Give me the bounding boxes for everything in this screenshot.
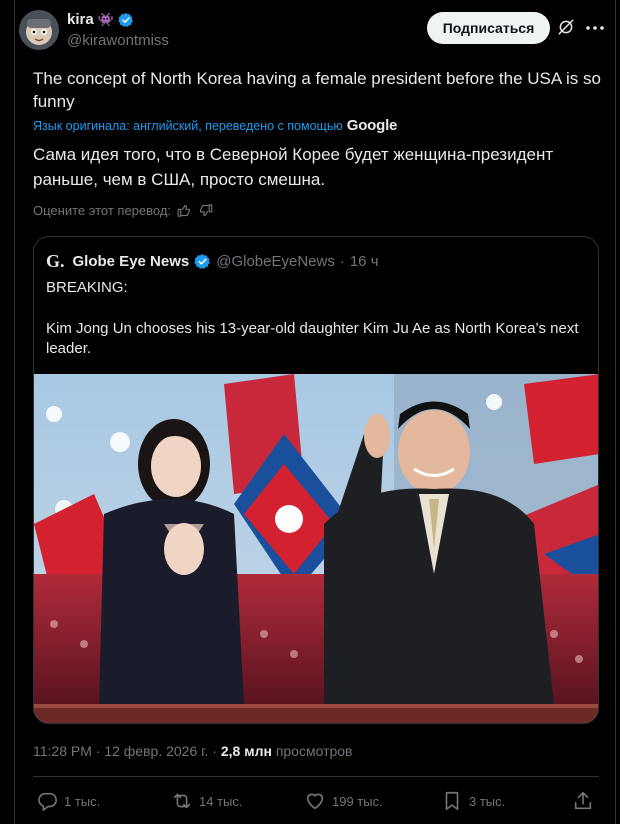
views-count: 2,8 млн <box>220 743 272 759</box>
tweet-translation: Сама идея того, что в Северной Корее буд… <box>33 145 554 189</box>
like-button[interactable]: 199 тыс. <box>304 790 383 812</box>
quoted-tweet[interactable]: G. Globe Eye News @GlobeEyeNews · 16 ч B… <box>33 236 599 724</box>
repost-icon <box>173 793 191 809</box>
avatar-image <box>19 10 59 50</box>
action-bar: 1 тыс. 14 тыс. 199 тыс. 3 тыс. <box>36 790 596 818</box>
tweet-timestamp[interactable]: 11:28 PM · 12 февр. 2026 г. · <box>33 743 217 759</box>
heart-icon <box>306 793 324 810</box>
separator-dot: · <box>339 253 345 270</box>
tweet-header: kira 👾 @kirawontmiss Подписаться <box>19 10 604 50</box>
tweet-meta: 11:28 PM · 12 февр. 2026 г. · 2,8 млн пр… <box>33 743 353 759</box>
author-name-row: kira 👾 <box>67 11 134 28</box>
author-emoji: 👾 <box>97 11 114 27</box>
reply-icon <box>38 792 57 811</box>
grok-icon[interactable] <box>557 18 575 36</box>
quoted-text-line2: Kim Jong Un chooses his 13-year-old daug… <box>46 320 579 357</box>
like-count: 199 тыс. <box>332 793 383 809</box>
verified-badge-icon <box>118 12 133 27</box>
tweet-text: The concept of North Korea having a fema… <box>33 69 601 111</box>
quoted-author-handle[interactable]: @GlobeEyeNews <box>216 253 335 270</box>
reply-button[interactable]: 1 тыс. <box>36 790 100 812</box>
google-logo: Google <box>346 117 398 134</box>
avatar[interactable] <box>19 10 59 50</box>
repost-button[interactable]: 14 тыс. <box>171 790 242 812</box>
quoted-author-name[interactable]: Globe Eye News <box>73 253 190 270</box>
photo-image <box>34 374 598 723</box>
bookmark-icon <box>445 791 459 811</box>
author-name[interactable]: kira <box>67 11 94 28</box>
more-options-icon[interactable] <box>585 25 605 31</box>
bookmark-count: 3 тыс. <box>469 793 506 809</box>
share-icon <box>574 791 592 810</box>
quoted-text-line1: BREAKING: <box>46 279 128 296</box>
views-label: просмотров <box>275 743 353 759</box>
verified-badge-icon <box>194 254 211 269</box>
thumbs-up-icon[interactable] <box>177 203 192 218</box>
quoted-tweet-header: G. Globe Eye News @GlobeEyeNews · 16 ч <box>46 251 379 272</box>
thumbs-down-icon[interactable] <box>198 203 213 218</box>
rate-translation: Оцените этот перевод: <box>33 203 213 218</box>
share-button[interactable] <box>572 790 594 812</box>
rate-translation-label: Оцените этот перевод: <box>33 203 172 218</box>
translation-source-label[interactable]: Язык оригинала: английский, переведено с… <box>33 119 343 133</box>
quoted-timestamp[interactable]: 16 ч <box>350 253 379 270</box>
translation-source: Язык оригинала: английский, переведено с… <box>33 117 397 134</box>
follow-button[interactable]: Подписаться <box>427 12 550 44</box>
author-handle[interactable]: @kirawontmiss <box>67 32 169 49</box>
quoted-photo[interactable] <box>34 374 598 723</box>
bookmark-button[interactable]: 3 тыс. <box>441 790 505 812</box>
repost-count: 14 тыс. <box>199 793 243 809</box>
quoted-avatar-logo: G. <box>46 251 65 271</box>
divider <box>33 776 599 777</box>
reply-count: 1 тыс. <box>64 793 101 809</box>
